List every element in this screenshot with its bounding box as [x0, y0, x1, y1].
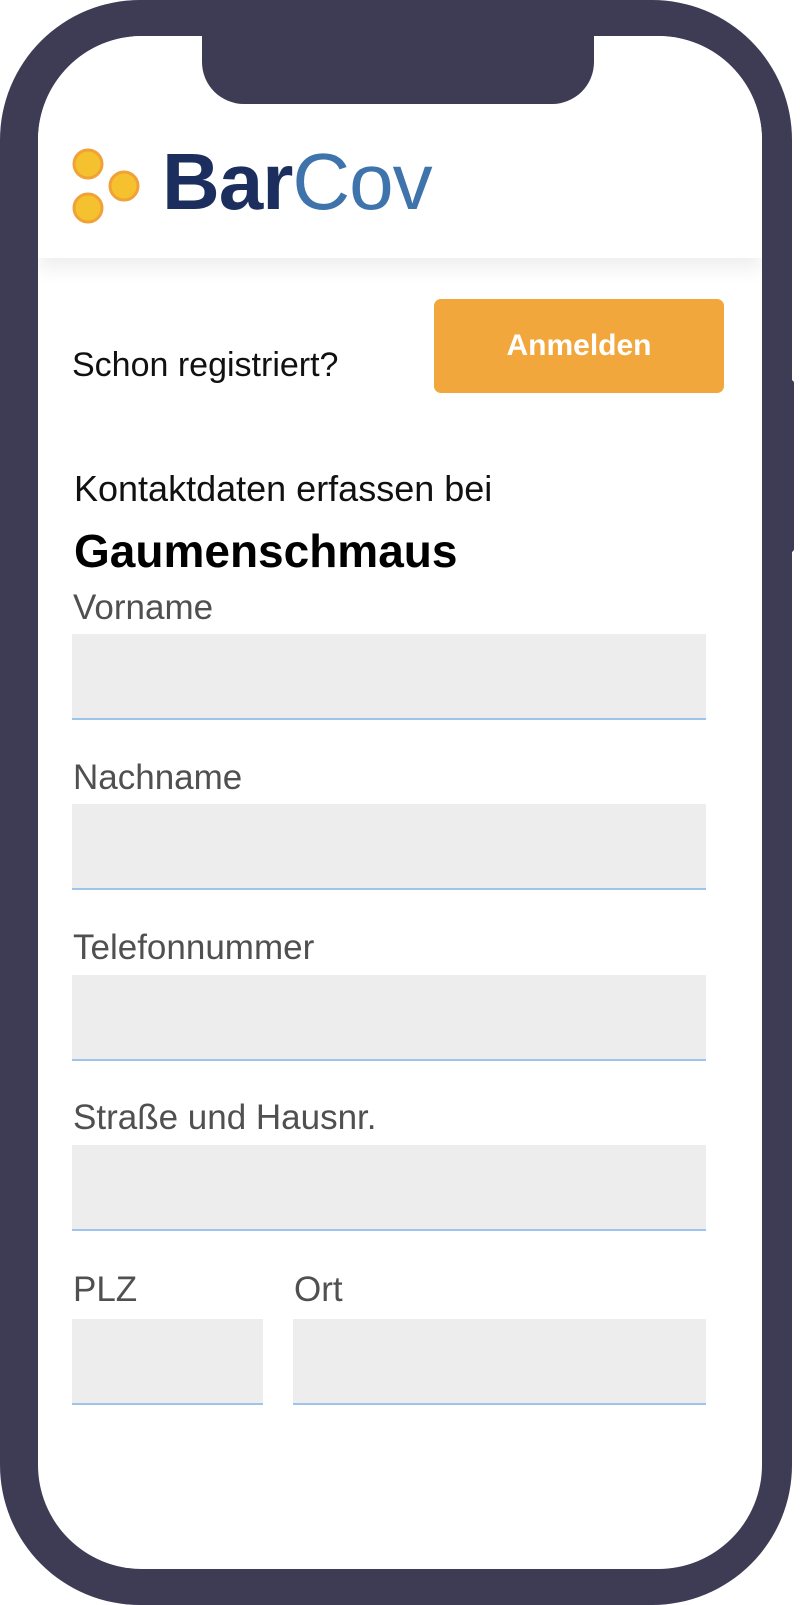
city-input[interactable]: [293, 1319, 706, 1405]
phone-label: Telefonnummer: [73, 928, 315, 967]
phone-frame: BarCov Schon registriert? Anmelden Konta…: [0, 0, 792, 1605]
phone-notch: [202, 36, 594, 104]
logo-text-bar: Bar: [162, 137, 293, 226]
street-input[interactable]: [72, 1145, 706, 1231]
zip-input[interactable]: [72, 1319, 263, 1405]
zip-label: PLZ: [73, 1270, 138, 1309]
barcov-dots-logo-icon: [72, 148, 140, 224]
venue-name: Gaumenschmaus: [74, 525, 458, 577]
login-button[interactable]: Anmelden: [434, 299, 724, 393]
lastname-input[interactable]: [72, 804, 706, 890]
form-intro-text: Kontaktdaten erfassen bei: [74, 468, 493, 509]
firstname-input[interactable]: [72, 634, 706, 720]
street-label: Straße und Hausnr.: [73, 1098, 377, 1137]
already-registered-text: Schon registriert?: [72, 346, 339, 384]
firstname-label: Vorname: [73, 588, 214, 627]
app-logo-wordmark: BarCov: [162, 136, 433, 228]
lastname-label: Nachname: [73, 758, 243, 797]
city-label: Ort: [294, 1270, 343, 1309]
phone-screen: BarCov Schon registriert? Anmelden Konta…: [38, 36, 762, 1569]
logo-text-cov: Cov: [292, 137, 432, 226]
phone-input[interactable]: [72, 975, 706, 1061]
